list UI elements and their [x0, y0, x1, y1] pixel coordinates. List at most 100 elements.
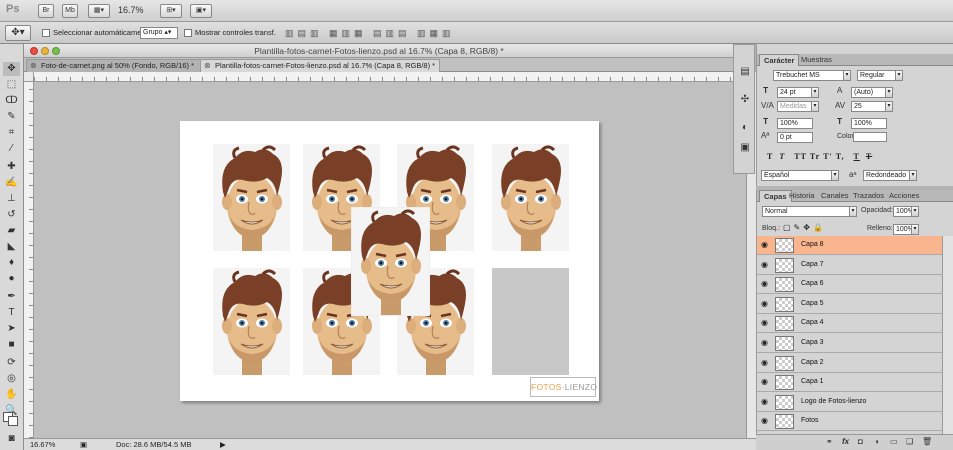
layer-row[interactable]: ◉ Capa 6: [757, 275, 943, 295]
close-tab-icon[interactable]: ⊗: [30, 60, 37, 72]
layer-row[interactable]: ◉ Capa 3: [757, 334, 943, 353]
path-selection-tool-icon[interactable]: ➤: [3, 322, 20, 336]
vertical-scale-field[interactable]: 100%: [777, 118, 813, 129]
fill-field[interactable]: 100%: [893, 224, 913, 235]
link-layers-icon[interactable]: ⚭: [826, 437, 833, 446]
blend-mode-field[interactable]: Normal: [762, 206, 856, 217]
layer-visibility-eye-icon[interactable]: ◉: [761, 378, 770, 386]
auto-select-checkbox[interactable]: [42, 29, 50, 37]
tab-plantilla[interactable]: ⊗ Plantilla-fotos-carnet-Fotos-lienzo.psd…: [200, 59, 440, 72]
fill-dropdown[interactable]: ▾: [911, 224, 919, 235]
status-zoom[interactable]: 16.67%: [30, 440, 55, 449]
move-tool-preset-icon[interactable]: ✥▾: [5, 25, 31, 41]
brush-tool-icon[interactable]: ✍: [3, 176, 20, 190]
language-field[interactable]: Español: [761, 170, 837, 181]
tab-acciones[interactable]: Acciones: [885, 190, 923, 202]
tracking-field[interactable]: 25: [851, 101, 887, 112]
layer-visibility-eye-icon[interactable]: ◉: [761, 299, 770, 308]
horizontal-ruler[interactable]: [34, 72, 746, 82]
layer-row[interactable]: ◉ Logo de Fotos-lienzo: [757, 392, 943, 412]
document-canvas[interactable]: FOTOS·LIENZO: [180, 121, 599, 401]
tab-muestras[interactable]: Muestras: [797, 54, 836, 66]
layer-row[interactable]: ◉ Capa 7: [757, 255, 943, 275]
fx-icon[interactable]: fx: [842, 437, 849, 446]
new-group-icon[interactable]: ▭: [890, 437, 898, 446]
status-icon[interactable]: ▣: [80, 440, 87, 449]
antialias-field[interactable]: Redondeado: [863, 170, 915, 181]
passport-photo-dragging[interactable]: [352, 208, 429, 315]
info-panel-icon[interactable]: ▣: [738, 141, 752, 155]
delete-layer-icon[interactable]: 🗑: [922, 437, 932, 446]
brushes-panel-icon[interactable]: ✣: [738, 93, 752, 107]
opacity-dropdown[interactable]: ▾: [911, 206, 919, 217]
layer-row[interactable]: ◉ Capa 4: [757, 314, 943, 334]
status-menu-arrow-icon[interactable]: ▶: [220, 440, 226, 449]
show-transform-checkbox[interactable]: [184, 29, 192, 37]
leading-field[interactable]: (Auto): [851, 87, 887, 98]
empty-photo-slot[interactable]: [492, 268, 569, 375]
layer-visibility-eye-icon[interactable]: ◉: [761, 339, 770, 347]
tab-foto-de-carnet[interactable]: ⊗ Foto-de-carnet.png al 50% (Fondo, RGB/1…: [26, 59, 202, 72]
tracking-dropdown[interactable]: ▾: [885, 101, 893, 112]
kerning-dropdown[interactable]: ▾: [811, 101, 819, 112]
font-size-field[interactable]: 24 pt: [777, 87, 813, 98]
foreground-color-swatch[interactable]: [8, 416, 18, 426]
3d-rotate-tool-icon[interactable]: ⟳: [3, 356, 20, 370]
font-size-dropdown[interactable]: ▾: [811, 87, 819, 98]
add-mask-icon[interactable]: ◘: [858, 437, 863, 446]
crop-tool-icon[interactable]: ⌗: [3, 126, 20, 140]
paint-bucket-tool-icon[interactable]: ◣: [3, 240, 20, 254]
tab-caracter[interactable]: Carácter: [759, 54, 800, 66]
baseline-shift-field[interactable]: 0 pt: [777, 132, 813, 143]
vertical-ruler[interactable]: [24, 82, 34, 438]
tab-canales[interactable]: Canales: [817, 190, 853, 202]
layer-row[interactable]: ◉ Capa 1: [757, 373, 943, 393]
zoom-level[interactable]: 16.7%: [118, 5, 144, 15]
align-buttons-icon[interactable]: ▥▤▥ ▦▥▦ ▤▥▤ ▥▦▥: [285, 28, 455, 39]
layer-row[interactable]: ◉ Capa 5: [757, 294, 943, 314]
marquee-tool-icon[interactable]: ⬚: [3, 78, 20, 92]
lasso-tool-icon[interactable]: ↀ: [3, 94, 20, 108]
pen-tool-icon[interactable]: ✒: [3, 290, 20, 304]
auto-select-dropdown[interactable]: Grupo ▴▾: [140, 27, 178, 39]
layer-visibility-eye-icon[interactable]: ◉: [761, 417, 770, 425]
new-layer-icon[interactable]: ❏: [906, 437, 913, 446]
layer-row[interactable]: ◉ Capa 2: [757, 353, 943, 373]
layer-visibility-eye-icon[interactable]: ◉: [761, 397, 770, 406]
clone-stamp-tool-icon[interactable]: ⊥: [3, 192, 20, 206]
passport-photo-1[interactable]: [213, 144, 290, 251]
quick-selection-tool-icon[interactable]: ✎: [3, 110, 20, 124]
view-extras-button[interactable]: ▦▾: [88, 4, 110, 18]
3d-orbit-tool-icon[interactable]: ◎: [3, 372, 20, 386]
antialias-dropdown[interactable]: ▾: [909, 170, 917, 181]
adjustment-layer-icon[interactable]: ◑: [874, 437, 879, 446]
layer-visibility-eye-icon[interactable]: ◉: [761, 260, 770, 269]
rectangle-tool-icon[interactable]: ■: [3, 338, 20, 352]
ruler-origin[interactable]: [24, 72, 34, 82]
layer-visibility-eye-icon[interactable]: ◉: [761, 241, 770, 249]
arrange-documents-button[interactable]: ⊞▾: [160, 4, 182, 18]
tab-trazados[interactable]: Trazados: [849, 190, 888, 202]
bridge-button[interactable]: Br: [38, 4, 54, 18]
layer-row[interactable]: ◉ Fotos: [757, 412, 943, 432]
close-tab-icon[interactable]: ⊗: [204, 60, 211, 72]
eyedropper-tool-icon[interactable]: ⁄: [3, 142, 20, 156]
opacity-field[interactable]: 100%: [893, 206, 913, 217]
font-family-field[interactable]: Trebuchet MS: [773, 70, 851, 81]
language-dropdown[interactable]: ▾: [831, 170, 839, 181]
passport-photo-5[interactable]: [213, 268, 290, 375]
dodge-tool-icon[interactable]: ●: [3, 272, 20, 286]
blend-mode-dropdown[interactable]: ▾: [849, 206, 857, 217]
move-tool-icon[interactable]: ✥: [3, 62, 20, 76]
healing-brush-tool-icon[interactable]: ✚: [3, 160, 20, 174]
blur-tool-icon[interactable]: ♦: [3, 256, 20, 270]
text-style-buttons[interactable]: T T TT Tr T' T, T T: [767, 152, 872, 161]
tab-historia[interactable]: Historia: [785, 190, 818, 202]
font-style-dropdown[interactable]: ▾: [895, 70, 903, 81]
type-tool-icon[interactable]: T: [3, 306, 20, 320]
text-color-swatch[interactable]: [853, 132, 887, 142]
history-brush-tool-icon[interactable]: ↺: [3, 208, 20, 222]
horizontal-scale-field[interactable]: 100%: [851, 118, 887, 129]
layers-scrollbar[interactable]: [942, 236, 953, 434]
layer-visibility-eye-icon[interactable]: ◉: [761, 319, 770, 327]
